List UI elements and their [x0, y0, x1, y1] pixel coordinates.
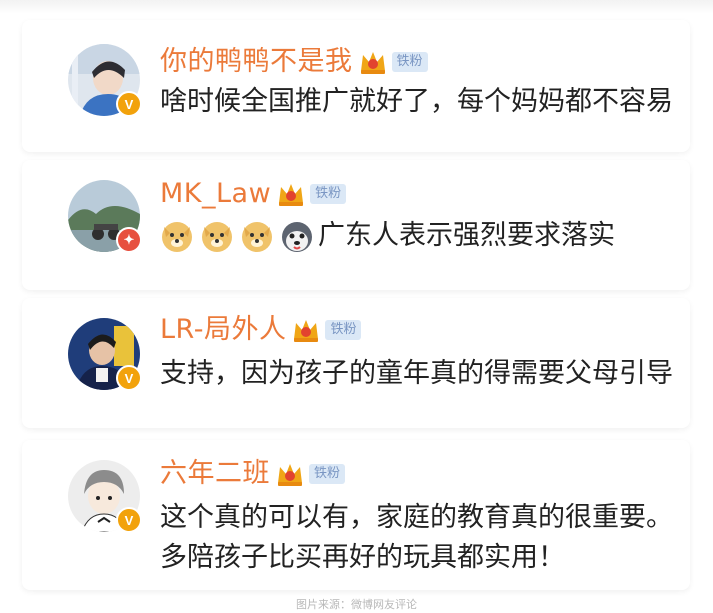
- name-row: 你的鸭鸭不是我 铁粉: [160, 44, 428, 80]
- comment-card-4: V 六年二班 铁粉 这个真的可以有，家庭的教育真的很重要。 多陪孩子比买再好的玩…: [22, 440, 690, 590]
- username[interactable]: 你的鸭鸭不是我: [160, 44, 353, 80]
- fan-tag: 铁粉: [310, 184, 347, 204]
- verified-badge-icon: V: [116, 365, 142, 391]
- name-row: LR-局外人 铁粉: [160, 312, 362, 348]
- name-row: MK_Law 铁粉: [160, 176, 347, 212]
- crown-badge-icon: [360, 52, 385, 74]
- name-row: 六年二班 铁粉: [160, 456, 346, 492]
- verified-badge-icon: V: [116, 91, 142, 117]
- username[interactable]: LR-局外人: [160, 312, 286, 348]
- avatar[interactable]: ✦: [68, 180, 142, 253]
- comment-card-2: ✦ MK_Law 铁粉 广东人表示强烈要求落实: [22, 160, 690, 290]
- crown-badge-icon: [279, 184, 304, 206]
- avatar[interactable]: V: [68, 318, 142, 391]
- crown-badge-icon: [278, 464, 302, 486]
- comment-text: 这个真的可以有，家庭的教育真的很重要。: [160, 502, 673, 533]
- comment-text-row: 广东人表示强烈要求落实: [160, 214, 615, 258]
- doge-emoji: [202, 222, 232, 252]
- avatar[interactable]: V: [68, 460, 142, 533]
- fan-tag: 铁粉: [391, 52, 428, 72]
- crown-badge-icon: [294, 320, 319, 342]
- username[interactable]: 六年二班: [160, 456, 270, 492]
- comment-card-1: V 你的鸭鸭不是我 铁粉 啥时候全国推广就好了，每个妈妈都不容易: [22, 20, 690, 152]
- comment-text: 多陪孩子比买再好的玩具都实用！: [160, 542, 565, 573]
- comment-text: 支持，因为孩子的童年真的得需要父母引导: [160, 358, 673, 389]
- comment-text: 啥时候全国推广就好了，每个妈妈都不容易: [160, 86, 673, 117]
- verified-badge-icon: V: [116, 507, 142, 533]
- comment-text: 广东人表示强烈要求落实: [318, 220, 615, 251]
- username[interactable]: MK_Law: [160, 176, 271, 212]
- image-source-caption: 图片来源：微博网友评论: [296, 598, 417, 611]
- husky-emoji: [282, 222, 312, 252]
- doge-emoji: [242, 222, 272, 252]
- top-edge: [0, 0, 713, 14]
- fan-tag: 铁粉: [325, 320, 362, 340]
- doge-emoji: [162, 222, 192, 252]
- verified-badge-icon: ✦: [116, 227, 142, 253]
- fan-tag: 铁粉: [309, 464, 346, 484]
- comment-card-3: V LR-局外人 铁粉 支持，因为孩子的童年真的得需要父母引导: [22, 298, 690, 428]
- avatar[interactable]: V: [68, 44, 142, 117]
